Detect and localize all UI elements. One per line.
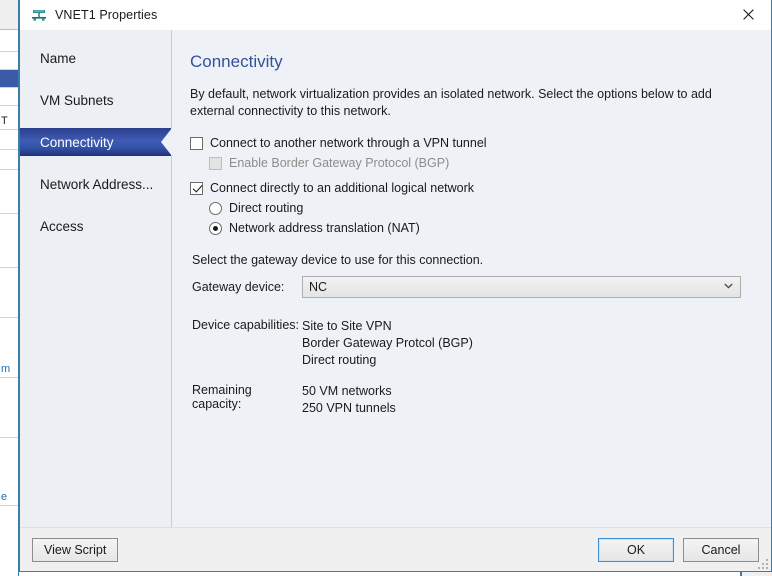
sidebar-item-label: Network Address... (40, 176, 154, 192)
option-label: Network address translation (NAT) (229, 221, 420, 235)
dialog-title: VNET1 Properties (55, 7, 158, 22)
dialog-titlebar[interactable]: VNET1 Properties (20, 0, 771, 30)
device-capability-item: Border Gateway Protcol (BGP) (302, 336, 473, 350)
sidebar-item-label: Access (40, 218, 84, 234)
remaining-capacity-label: Remaining capacity: (192, 383, 252, 411)
sidebar-item-label: Connectivity (40, 134, 114, 150)
chevron-down-icon (724, 283, 733, 291)
checkbox-enable-bgp (209, 156, 222, 170)
background-grid-column: Tm e (0, 0, 19, 576)
option-vpn-tunnel[interactable]: Connect to another network through a VPN… (190, 136, 753, 150)
ok-button[interactable]: OK (598, 537, 674, 562)
properties-dialog: VNET1 Properties Name VM Subnets Connect… (19, 0, 772, 572)
gateway-device-select[interactable]: NC (302, 276, 741, 298)
content-pane: Connectivity By default, network virtual… (172, 30, 771, 527)
device-capabilities-values: Site to Site VPN Border Gateway Protcol … (302, 318, 473, 369)
remaining-capacity-block: Remaining capacity: 50 VM networks 250 V… (192, 383, 753, 417)
page-description: By default, network virtualization provi… (190, 87, 712, 118)
device-capability-item: Site to Site VPN (302, 319, 392, 333)
sidebar-item-vm-subnets[interactable]: VM Subnets (20, 86, 171, 114)
background-row (0, 88, 18, 106)
sidebar-item-access[interactable]: Access (20, 212, 171, 240)
resize-grip[interactable] (756, 557, 769, 570)
remaining-capacity-item: 250 VPN tunnels (302, 401, 396, 415)
cancel-button[interactable]: Cancel (683, 537, 759, 562)
background-row: m (0, 360, 18, 378)
sidebar-item-network-address[interactable]: Network Address... (20, 170, 171, 198)
page-title: Connectivity (190, 52, 283, 71)
option-label: Enable Border Gateway Protocol (BGP) (229, 156, 450, 170)
background-row (0, 132, 18, 150)
dialog-sidebar: Name VM Subnets Connectivity Network Add… (20, 30, 172, 527)
background-row (0, 70, 18, 88)
background-row: T (0, 112, 18, 130)
checkbox-additional-logical-network[interactable] (190, 181, 203, 195)
option-direct-routing[interactable]: Direct routing (209, 201, 753, 215)
background-row (0, 250, 18, 268)
dialog-footer: View Script OK Cancel (20, 527, 771, 571)
background-row (0, 52, 18, 70)
background-row (0, 300, 18, 318)
option-label: Connect directly to an additional logica… (210, 181, 475, 195)
background-row (0, 152, 18, 170)
device-capability-item: Direct routing (302, 353, 377, 367)
option-label: Direct routing (229, 201, 304, 215)
dialog-body: Name VM Subnets Connectivity Network Add… (20, 30, 771, 527)
radio-nat[interactable] (209, 221, 222, 235)
option-nat[interactable]: Network address translation (NAT) (209, 221, 753, 235)
background-row (0, 196, 18, 214)
background-row (0, 0, 18, 30)
gateway-device-row: Gateway device: NC (190, 276, 753, 298)
option-enable-bgp: Enable Border Gateway Protocol (BGP) (209, 156, 753, 170)
gateway-instruction: Select the gateway device to use for thi… (192, 253, 484, 267)
background-row (0, 34, 18, 52)
option-additional-logical-network[interactable]: Connect directly to an additional logica… (190, 181, 753, 195)
radio-direct-routing[interactable] (209, 201, 222, 215)
device-capabilities-label: Device capabilities: (192, 318, 299, 332)
device-capabilities-block: Device capabilities: Site to Site VPN Bo… (192, 318, 753, 369)
remaining-capacity-values: 50 VM networks 250 VPN tunnels (302, 383, 396, 417)
option-label: Connect to another network through a VPN… (210, 136, 487, 150)
sidebar-item-label: Name (40, 50, 77, 66)
checkbox-vpn-tunnel[interactable] (190, 136, 203, 150)
sidebar-item-name[interactable]: Name (20, 44, 171, 72)
sidebar-item-connectivity[interactable]: Connectivity (20, 128, 172, 156)
network-subnet-icon (31, 7, 47, 23)
background-row (0, 420, 18, 438)
close-icon[interactable] (725, 0, 771, 29)
gateway-device-value: NC (309, 280, 328, 294)
gateway-device-label: Gateway device: (192, 280, 285, 294)
background-row: e (0, 488, 18, 506)
remaining-capacity-item: 50 VM networks (302, 384, 392, 398)
view-script-button[interactable]: View Script (32, 537, 119, 562)
sidebar-item-label: VM Subnets (40, 92, 114, 108)
